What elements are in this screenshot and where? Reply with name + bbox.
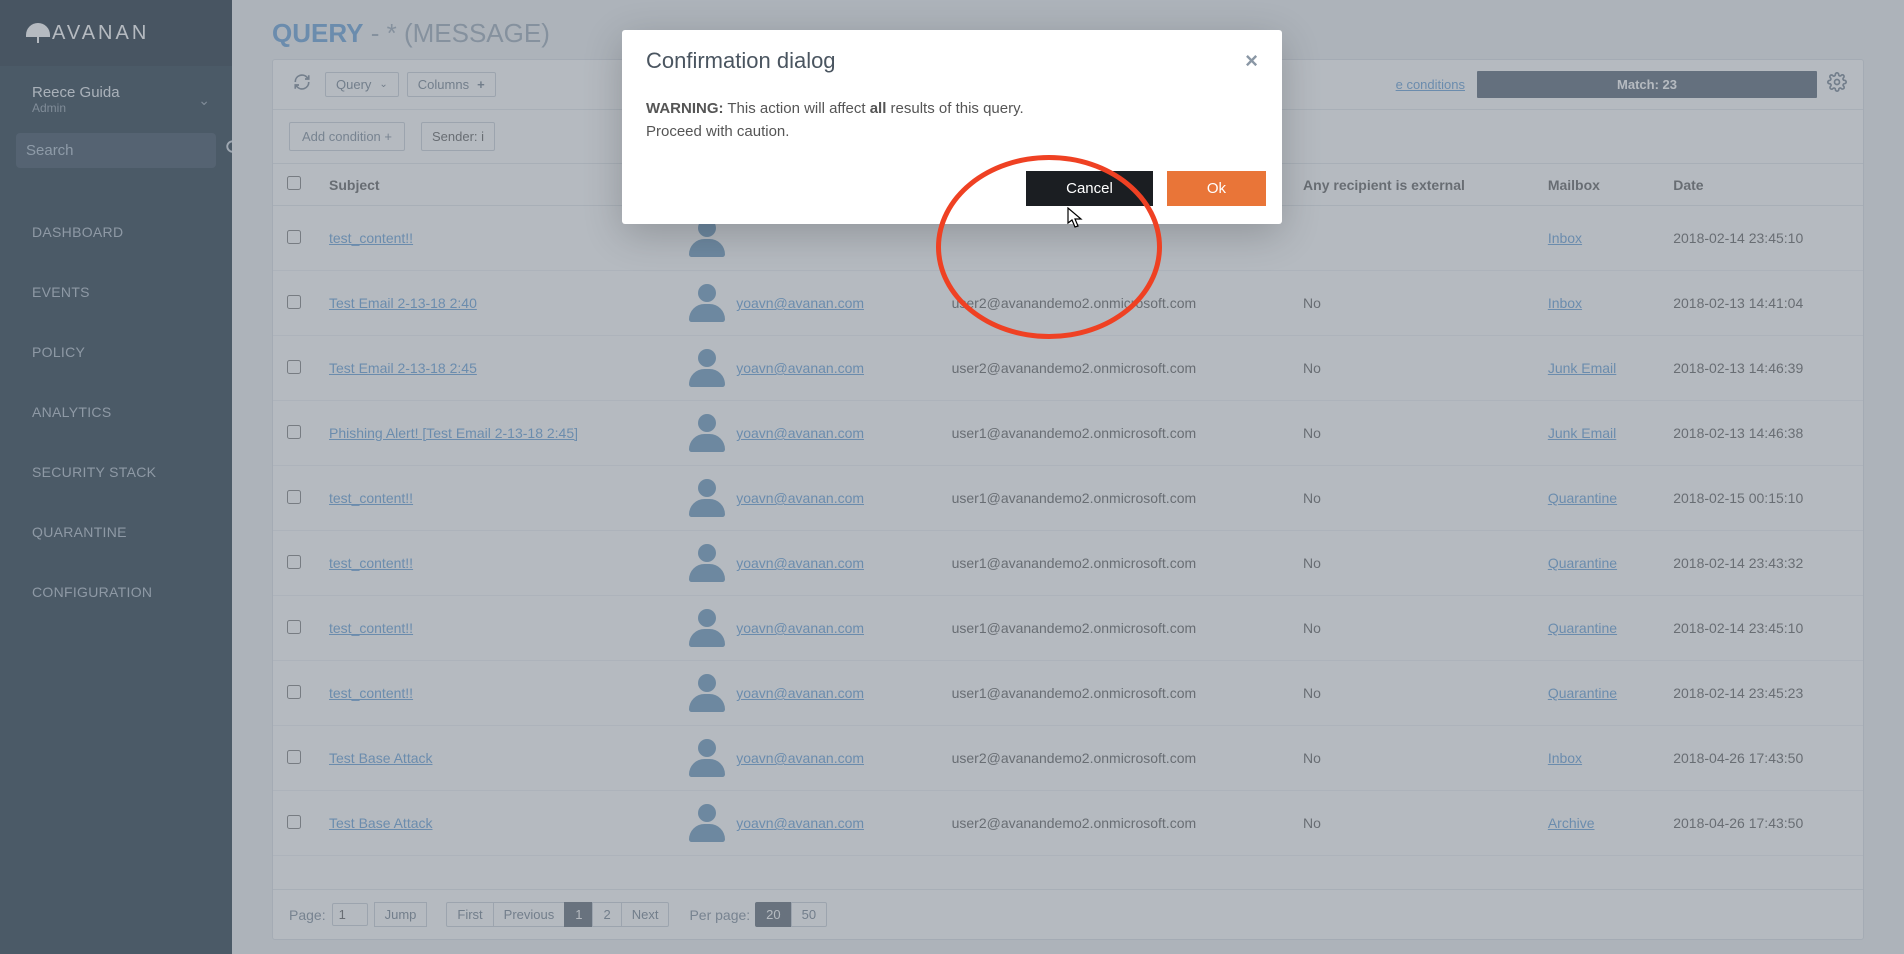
modal-body: WARNING: This action will affect all res… — [622, 92, 1282, 161]
close-icon[interactable]: × — [1245, 50, 1258, 72]
cancel-button[interactable]: Cancel — [1026, 171, 1153, 206]
ok-button[interactable]: Ok — [1167, 171, 1266, 206]
modal-title: Confirmation dialog — [646, 48, 1245, 74]
confirmation-dialog: Confirmation dialog × WARNING: This acti… — [622, 30, 1282, 224]
modal-overlay[interactable]: Confirmation dialog × WARNING: This acti… — [0, 0, 1904, 954]
warning-label: WARNING: — [646, 100, 724, 117]
